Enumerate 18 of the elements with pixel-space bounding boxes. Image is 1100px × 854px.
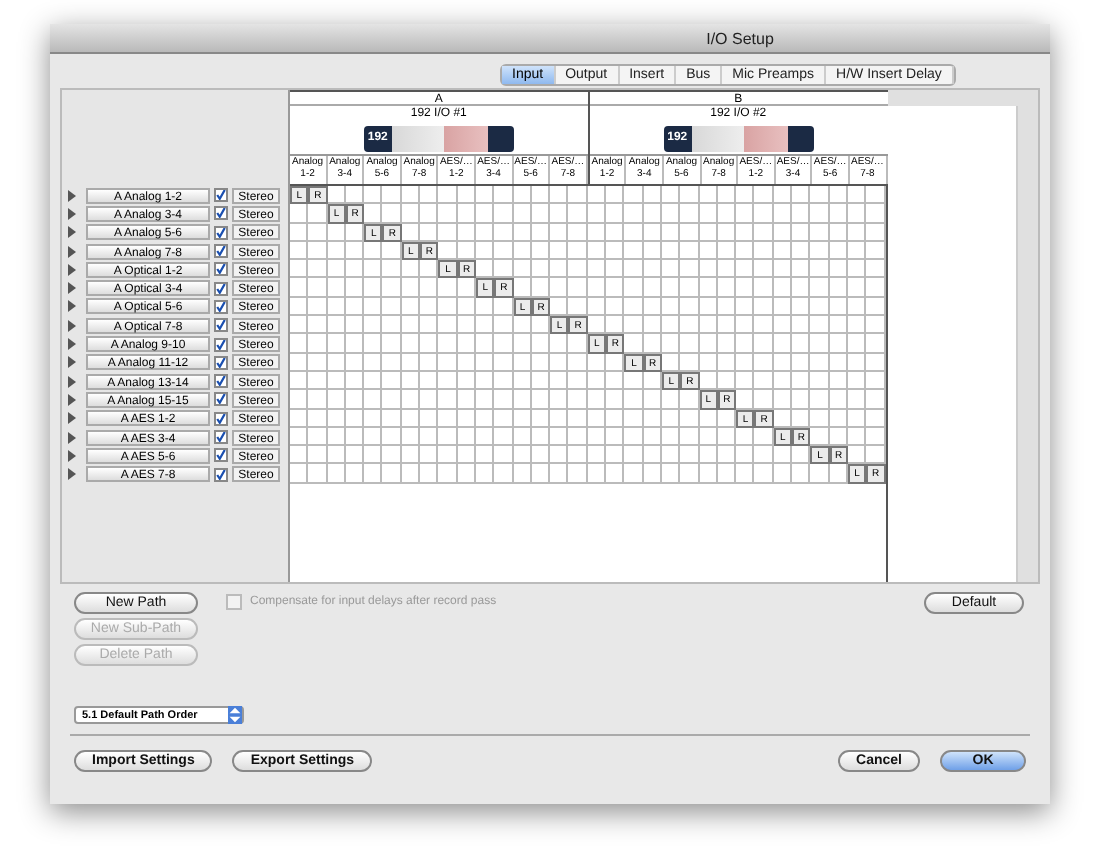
checkbox[interactable] [214, 411, 228, 426]
checkbox[interactable] [214, 206, 228, 221]
checkbox[interactable] [214, 392, 228, 407]
checkbox[interactable] [214, 262, 228, 277]
checkbox[interactable] [214, 430, 228, 444]
checkbox[interactable] [214, 188, 228, 203]
window-title: I/O Setup [706, 29, 774, 47]
checkbox[interactable] [214, 225, 228, 240]
checkbox[interactable] [214, 355, 228, 370]
checkbox[interactable] [214, 374, 228, 389]
checkbox[interactable] [214, 281, 228, 296]
checkbox[interactable] [214, 299, 228, 314]
checkbox[interactable] [214, 337, 228, 352]
stepper-icon [228, 706, 242, 724]
checkbox[interactable] [214, 244, 228, 259]
checkbox[interactable] [214, 467, 228, 482]
checkbox[interactable] [214, 318, 228, 333]
checkbox[interactable] [214, 448, 228, 463]
